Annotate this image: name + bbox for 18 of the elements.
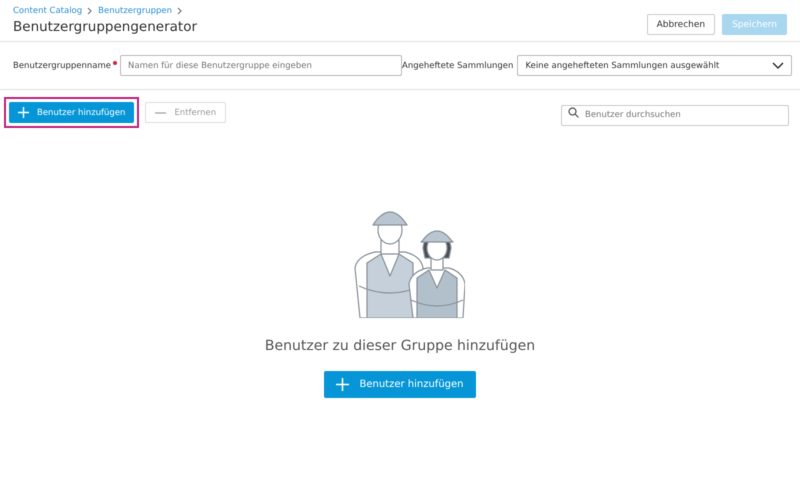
collections-dropdown[interactable]: Keine angehefteten Sammlungen ausgewählt — [517, 55, 792, 76]
breadcrumb-link[interactable]: Benutzergruppen — [98, 6, 172, 16]
plus-icon — [336, 378, 350, 391]
chevron-right-icon — [177, 7, 184, 15]
field-label: Benutzergruppenname — [13, 60, 111, 70]
header-button[interactable]: Abbrechen — [646, 14, 716, 35]
add-users-button[interactable]: Benutzer hinzufügen — [324, 371, 476, 398]
plus-icon — [18, 107, 29, 118]
chevron-down-icon — [772, 62, 784, 70]
empty-state-heading: Benutzer zu dieser Gruppe hinzufügen — [264, 338, 536, 354]
group-name-field[interactable]: Namen für diese Benutzergruppe eingeben — [120, 55, 402, 76]
search-field[interactable]: Benutzer durchsuchen — [561, 104, 789, 126]
chevron-right-icon — [87, 7, 94, 15]
add-users-button[interactable]: Benutzer hinzufügen — [9, 102, 134, 123]
minus-icon — [155, 112, 166, 114]
page-title: Benutzergruppengenerator — [13, 19, 198, 35]
breadcrumb-link[interactable]: Content Catalog — [13, 6, 82, 16]
field-label: Angeheftete Sammlungen — [402, 60, 514, 70]
